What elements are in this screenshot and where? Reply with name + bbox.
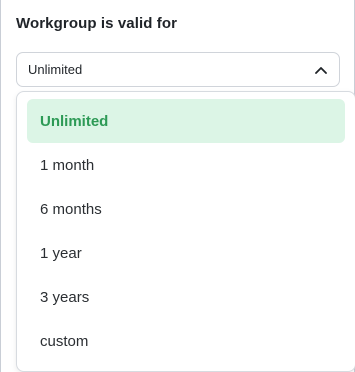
option-label: 3 years [40, 288, 90, 306]
selected-value: Unlimited [28, 62, 83, 77]
option-3-years[interactable]: 3 years [27, 275, 345, 319]
option-label: custom [40, 332, 89, 350]
option-unlimited[interactable]: Unlimited [27, 99, 345, 143]
option-label: 6 months [40, 200, 102, 218]
field-label: Workgroup is valid for [16, 15, 178, 32]
option-label: 1 year [40, 244, 82, 262]
chevron-up-icon[interactable] [313, 62, 329, 78]
option-1-month[interactable]: 1 month [27, 143, 345, 187]
option-custom[interactable]: custom [27, 319, 345, 363]
option-1-year[interactable]: 1 year [27, 231, 345, 275]
validity-options-menu: Unlimited 1 month 6 months 1 year 3 year… [16, 91, 355, 372]
option-label: Unlimited [40, 112, 109, 130]
validity-panel: Workgroup is valid for Unlimited Unlimit… [0, 0, 355, 372]
option-label: 1 month [40, 156, 95, 174]
validity-select[interactable]: Unlimited [16, 52, 340, 87]
option-6-months[interactable]: 6 months [27, 187, 345, 231]
